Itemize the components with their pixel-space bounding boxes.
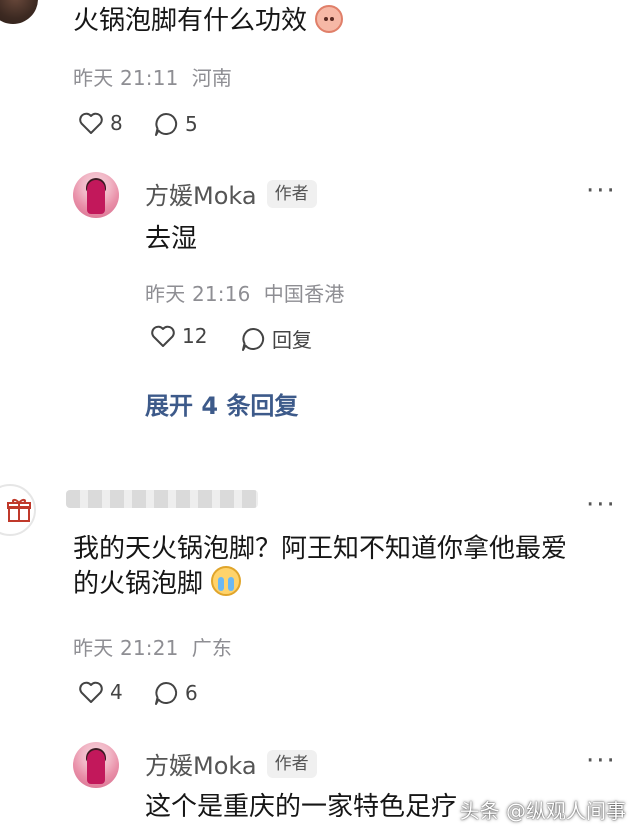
comment-icon [155,681,178,705]
avatar[interactable] [0,484,36,536]
reply-header: 方媛Moka 作者 [145,176,317,211]
comment-icon [155,112,178,136]
more-options-icon[interactable]: ··· [586,176,617,206]
heart-icon [79,112,103,134]
username-blurred[interactable] [66,490,258,508]
reply-button[interactable]: 5 [153,111,198,137]
comment-meta: 昨天 21:21 广东 [73,636,233,660]
gift-icon [7,499,31,522]
avatar[interactable] [73,172,119,218]
expand-replies-link[interactable]: 展开 4 条回复 [145,386,298,421]
reply-meta: 昨天 21:16 中国香港 [145,282,345,306]
comment-meta: 昨天 21:11 河南 [73,66,233,90]
reply-header: 方媛Moka 作者 [145,746,317,781]
heart-icon [79,681,103,703]
more-options-icon[interactable]: ··· [586,746,617,776]
reply-text: 去湿 [145,224,198,254]
like-count: 8 [110,111,123,135]
like-button[interactable]: 4 [78,680,123,704]
reply-label: 回复 [272,328,312,352]
comment-text: 火锅泡脚有什么功效 [73,4,344,38]
more-options-icon[interactable]: ··· [586,490,617,520]
comment-icon [242,327,265,351]
like-button[interactable]: 8 [78,111,123,135]
watermark: 头条 @纵观人间事 [459,799,626,823]
author-name[interactable]: 方媛Moka [145,176,257,211]
like-count: 4 [110,680,123,704]
heart-icon [151,325,175,347]
reply-button[interactable]: 回复 [240,324,312,353]
reply-count: 5 [185,112,198,136]
crying-emoji-icon [211,566,242,596]
pig-face-emoji-icon [315,5,344,33]
like-count: 12 [182,324,208,348]
reply-text: 这个是重庆的一家特色足疗 [145,792,458,822]
reply-button[interactable]: 6 [153,680,198,706]
author-badge: 作者 [266,749,317,778]
author-badge: 作者 [266,179,317,208]
like-button[interactable]: 12 [150,324,207,348]
author-name[interactable]: 方媛Moka [145,746,257,781]
avatar[interactable] [73,742,119,788]
comment-text: 我的天火锅泡脚？阿王知不知道你拿他最爱 的火锅泡脚 [73,534,568,599]
avatar[interactable] [0,0,38,24]
reply-count: 6 [185,681,198,705]
